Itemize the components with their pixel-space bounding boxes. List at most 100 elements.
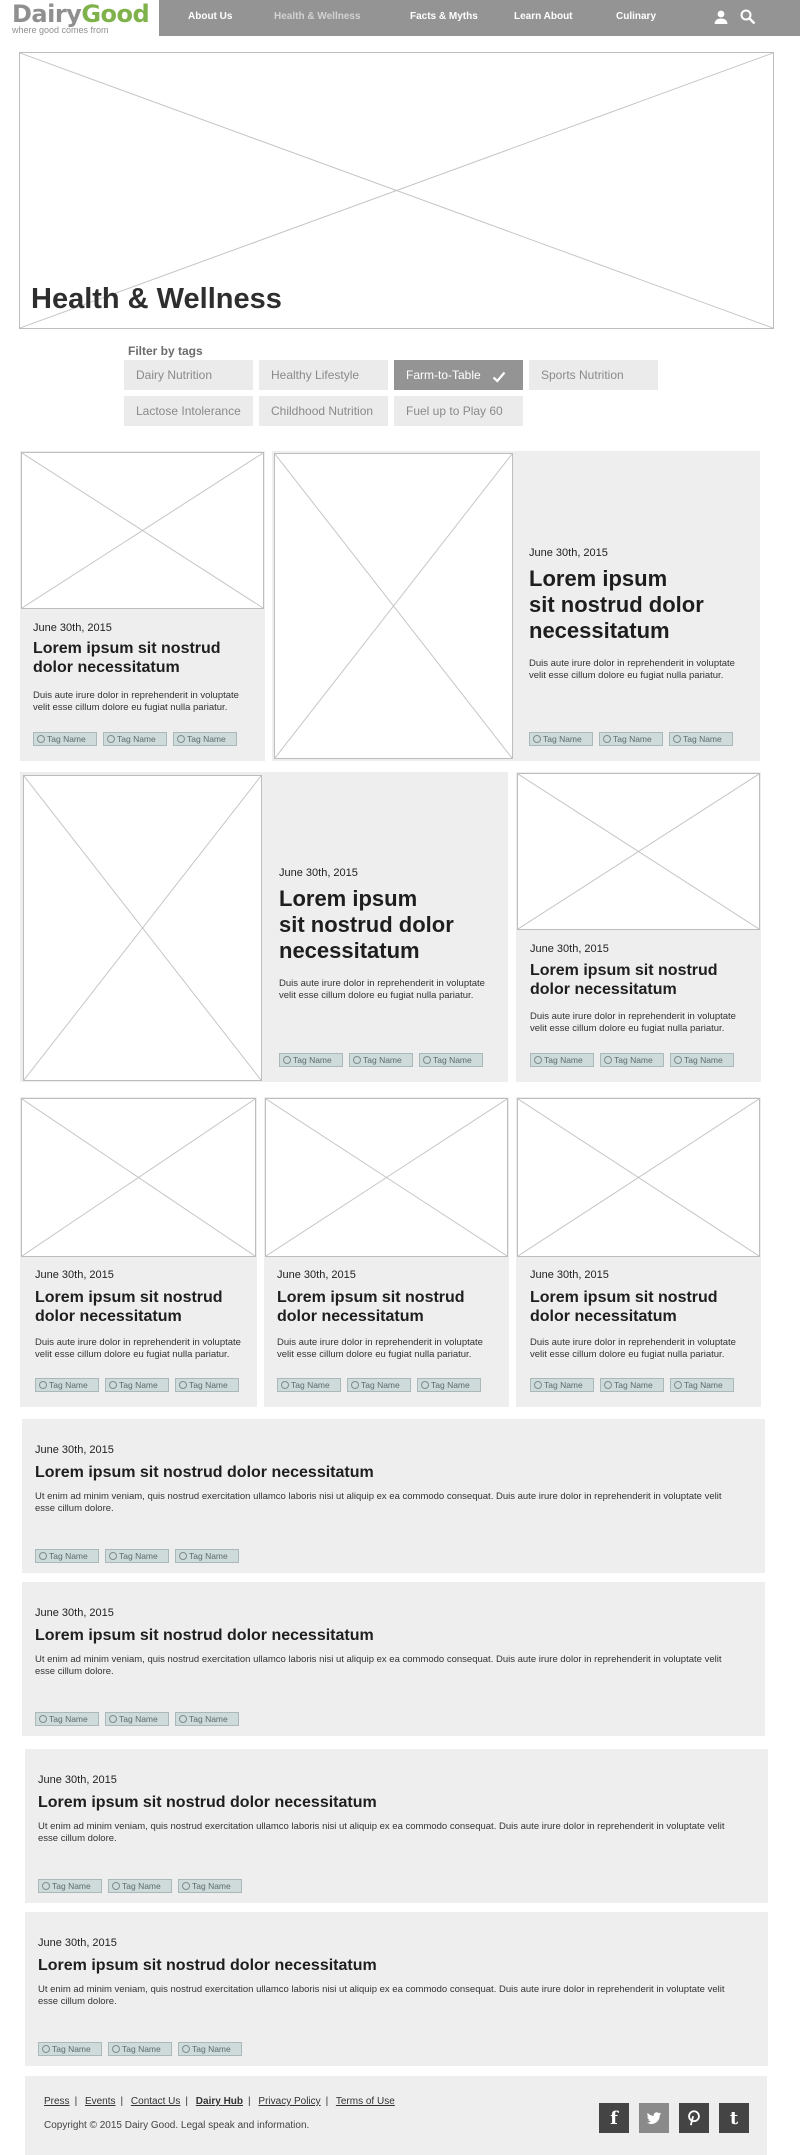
pinterest-icon[interactable] xyxy=(679,2103,709,2133)
nav-item-facts-myths[interactable]: Facts & Myths xyxy=(410,11,478,22)
tag-chip[interactable]: Tag Name xyxy=(600,1053,664,1067)
article-date: June 30th, 2015 xyxy=(35,1444,114,1456)
tag-chip[interactable]: Tag Name xyxy=(175,1712,239,1726)
article-title[interactable]: Lorem ipsum sit nostrud dolor necessitat… xyxy=(530,961,750,999)
tag-chip[interactable]: Tag Name xyxy=(173,732,237,746)
article-title[interactable]: Lorem ipsum sit nostrud dolor necessitat… xyxy=(530,1288,750,1326)
filter-tag-healthy-lifestyle[interactable]: Healthy Lifestyle xyxy=(259,360,388,390)
article-excerpt: Duis aute irure dolor in reprehenderit i… xyxy=(530,1337,736,1360)
tag-chip[interactable]: Tag Name xyxy=(105,1549,169,1563)
article-date: June 30th, 2015 xyxy=(38,1937,117,1949)
tag-chip[interactable]: Tag Name xyxy=(175,1378,239,1392)
filter-tag-dairy-nutrition[interactable]: Dairy Nutrition xyxy=(124,360,253,390)
tag-chip[interactable]: Tag Name xyxy=(38,2042,102,2056)
twitter-icon[interactable] xyxy=(639,2103,669,2133)
page-title: Health & Wellness xyxy=(31,283,282,315)
circle-icon xyxy=(673,735,681,743)
article-excerpt: Duis aute irure dolor in reprehenderit i… xyxy=(530,1011,736,1034)
tag-chip[interactable]: Tag Name xyxy=(529,732,593,746)
article-title[interactable]: Lorem ipsum sit nostrud dolor necessitat… xyxy=(35,1626,735,1645)
article-title[interactable]: Lorem ipsum sit nostrud dolor necessitatu… xyxy=(529,566,749,644)
tag-chip[interactable]: Tag Name xyxy=(349,1053,413,1067)
tag-chip[interactable]: Tag Name xyxy=(108,2042,172,2056)
user-icon[interactable] xyxy=(712,8,730,26)
tag-chip[interactable]: Tag Name xyxy=(105,1712,169,1726)
tag-chip[interactable]: Tag Name xyxy=(175,1549,239,1563)
tag-label: Tag Name xyxy=(119,1714,158,1724)
filter-tag-label: Farm-to-Table xyxy=(406,368,481,382)
tag-list: Tag Name Tag Name Tag Name xyxy=(529,732,733,746)
footer-link-press[interactable]: Press xyxy=(44,2096,70,2107)
circle-icon xyxy=(604,1381,612,1389)
tag-chip[interactable]: Tag Name xyxy=(279,1053,343,1067)
tag-label: Tag Name xyxy=(192,2044,231,2054)
tag-label: Tag Name xyxy=(49,1551,88,1561)
tumblr-icon[interactable]: t xyxy=(719,2103,749,2133)
tag-chip[interactable]: Tag Name xyxy=(105,1378,169,1392)
tag-chip[interactable]: Tag Name xyxy=(277,1378,341,1392)
tag-label: Tag Name xyxy=(52,2044,91,2054)
tag-chip[interactable]: Tag Name xyxy=(670,1053,734,1067)
footer-link-contact-us[interactable]: Contact Us xyxy=(131,2096,180,2107)
facebook-icon[interactable]: f xyxy=(599,2103,629,2133)
tag-chip[interactable]: Tag Name xyxy=(600,1378,664,1392)
article-image xyxy=(274,453,513,759)
tag-chip[interactable]: Tag Name xyxy=(35,1378,99,1392)
article-title-line: sit nostrud dolor necessitatum xyxy=(529,592,704,643)
filter-tag-sports-nutrition[interactable]: Sports Nutrition xyxy=(529,360,658,390)
nav-item-learn-about[interactable]: Learn About xyxy=(514,11,573,22)
search-icon[interactable] xyxy=(739,8,757,26)
article-excerpt: Duis aute irure dolor in reprehenderit i… xyxy=(33,690,239,713)
article-title[interactable]: Lorem ipsum sit nostrud dolor necessitat… xyxy=(33,639,253,677)
circle-icon xyxy=(109,1381,117,1389)
filter-tag-fuel-up-to-play-60[interactable]: Fuel up to Play 60 xyxy=(394,396,523,426)
tag-chip[interactable]: Tag Name xyxy=(417,1378,481,1392)
tag-chip[interactable]: Tag Name xyxy=(35,1712,99,1726)
tag-chip[interactable]: Tag Name xyxy=(669,732,733,746)
article-title[interactable]: Lorem ipsum sit nostrud dolor necessitatu… xyxy=(279,886,494,964)
tag-chip[interactable]: Tag Name xyxy=(599,732,663,746)
article-image xyxy=(21,1098,256,1257)
tag-chip[interactable]: Tag Name xyxy=(108,1879,172,1893)
article-excerpt: Duis aute irure dolor in reprehenderit i… xyxy=(35,1337,241,1360)
article-title[interactable]: Lorem ipsum sit nostrud dolor necessitat… xyxy=(35,1463,735,1482)
tag-chip[interactable]: Tag Name xyxy=(35,1549,99,1563)
logo[interactable]: DairyGood where good comes from xyxy=(12,0,150,35)
circle-icon xyxy=(351,1381,359,1389)
tag-chip[interactable]: Tag Name xyxy=(178,2042,242,2056)
article-date: June 30th, 2015 xyxy=(38,1774,117,1786)
footer-link-dairy-hub[interactable]: Dairy Hub xyxy=(196,2096,243,2107)
circle-icon xyxy=(37,735,45,743)
tag-chip[interactable]: Tag Name xyxy=(38,1879,102,1893)
article-title[interactable]: Lorem ipsum sit nostrud dolor necessitat… xyxy=(38,1956,738,1975)
filter-tag-lactose-intolerance[interactable]: Lactose Intolerance xyxy=(124,396,253,426)
tag-label: Tag Name xyxy=(433,1055,472,1065)
circle-icon xyxy=(39,1715,47,1723)
nav-item-health-wellness[interactable]: Health & Wellness xyxy=(274,11,361,22)
filter-tag-childhood-nutrition[interactable]: Childhood Nutrition xyxy=(259,396,388,426)
tag-label: Tag Name xyxy=(47,734,86,744)
tag-chip[interactable]: Tag Name xyxy=(178,1879,242,1893)
tag-chip[interactable]: Tag Name xyxy=(33,732,97,746)
article-date: June 30th, 2015 xyxy=(33,622,112,634)
tag-chip[interactable]: Tag Name xyxy=(530,1053,594,1067)
tag-label: Tag Name xyxy=(613,734,652,744)
tag-chip[interactable]: Tag Name xyxy=(419,1053,483,1067)
circle-icon xyxy=(423,1056,431,1064)
article-excerpt: Ut enim ad minim veniam, quis nostrud ex… xyxy=(38,1821,725,1844)
tag-chip[interactable]: Tag Name xyxy=(347,1378,411,1392)
tag-chip[interactable]: Tag Name xyxy=(530,1378,594,1392)
nav-item-about-us[interactable]: About Us xyxy=(188,11,232,22)
filter-tag-farm-to-table[interactable]: Farm-to-Table xyxy=(394,360,523,390)
tag-chip[interactable]: Tag Name xyxy=(103,732,167,746)
article-title[interactable]: Lorem ipsum sit nostrud dolor necessitat… xyxy=(277,1288,497,1326)
article-title[interactable]: Lorem ipsum sit nostrud dolor necessitat… xyxy=(38,1793,738,1812)
footer-link-events[interactable]: Events xyxy=(85,2096,116,2107)
circle-icon xyxy=(604,1056,612,1064)
footer-link-privacy-policy[interactable]: Privacy Policy xyxy=(258,2096,320,2107)
tag-chip[interactable]: Tag Name xyxy=(670,1378,734,1392)
article-title[interactable]: Lorem ipsum sit nostrud dolor necessitat… xyxy=(35,1288,250,1326)
footer-link-terms-of-use[interactable]: Terms of Use xyxy=(336,2096,395,2107)
site-header: DairyGood where good comes from About Us… xyxy=(0,0,800,40)
nav-item-culinary[interactable]: Culinary xyxy=(616,11,656,22)
